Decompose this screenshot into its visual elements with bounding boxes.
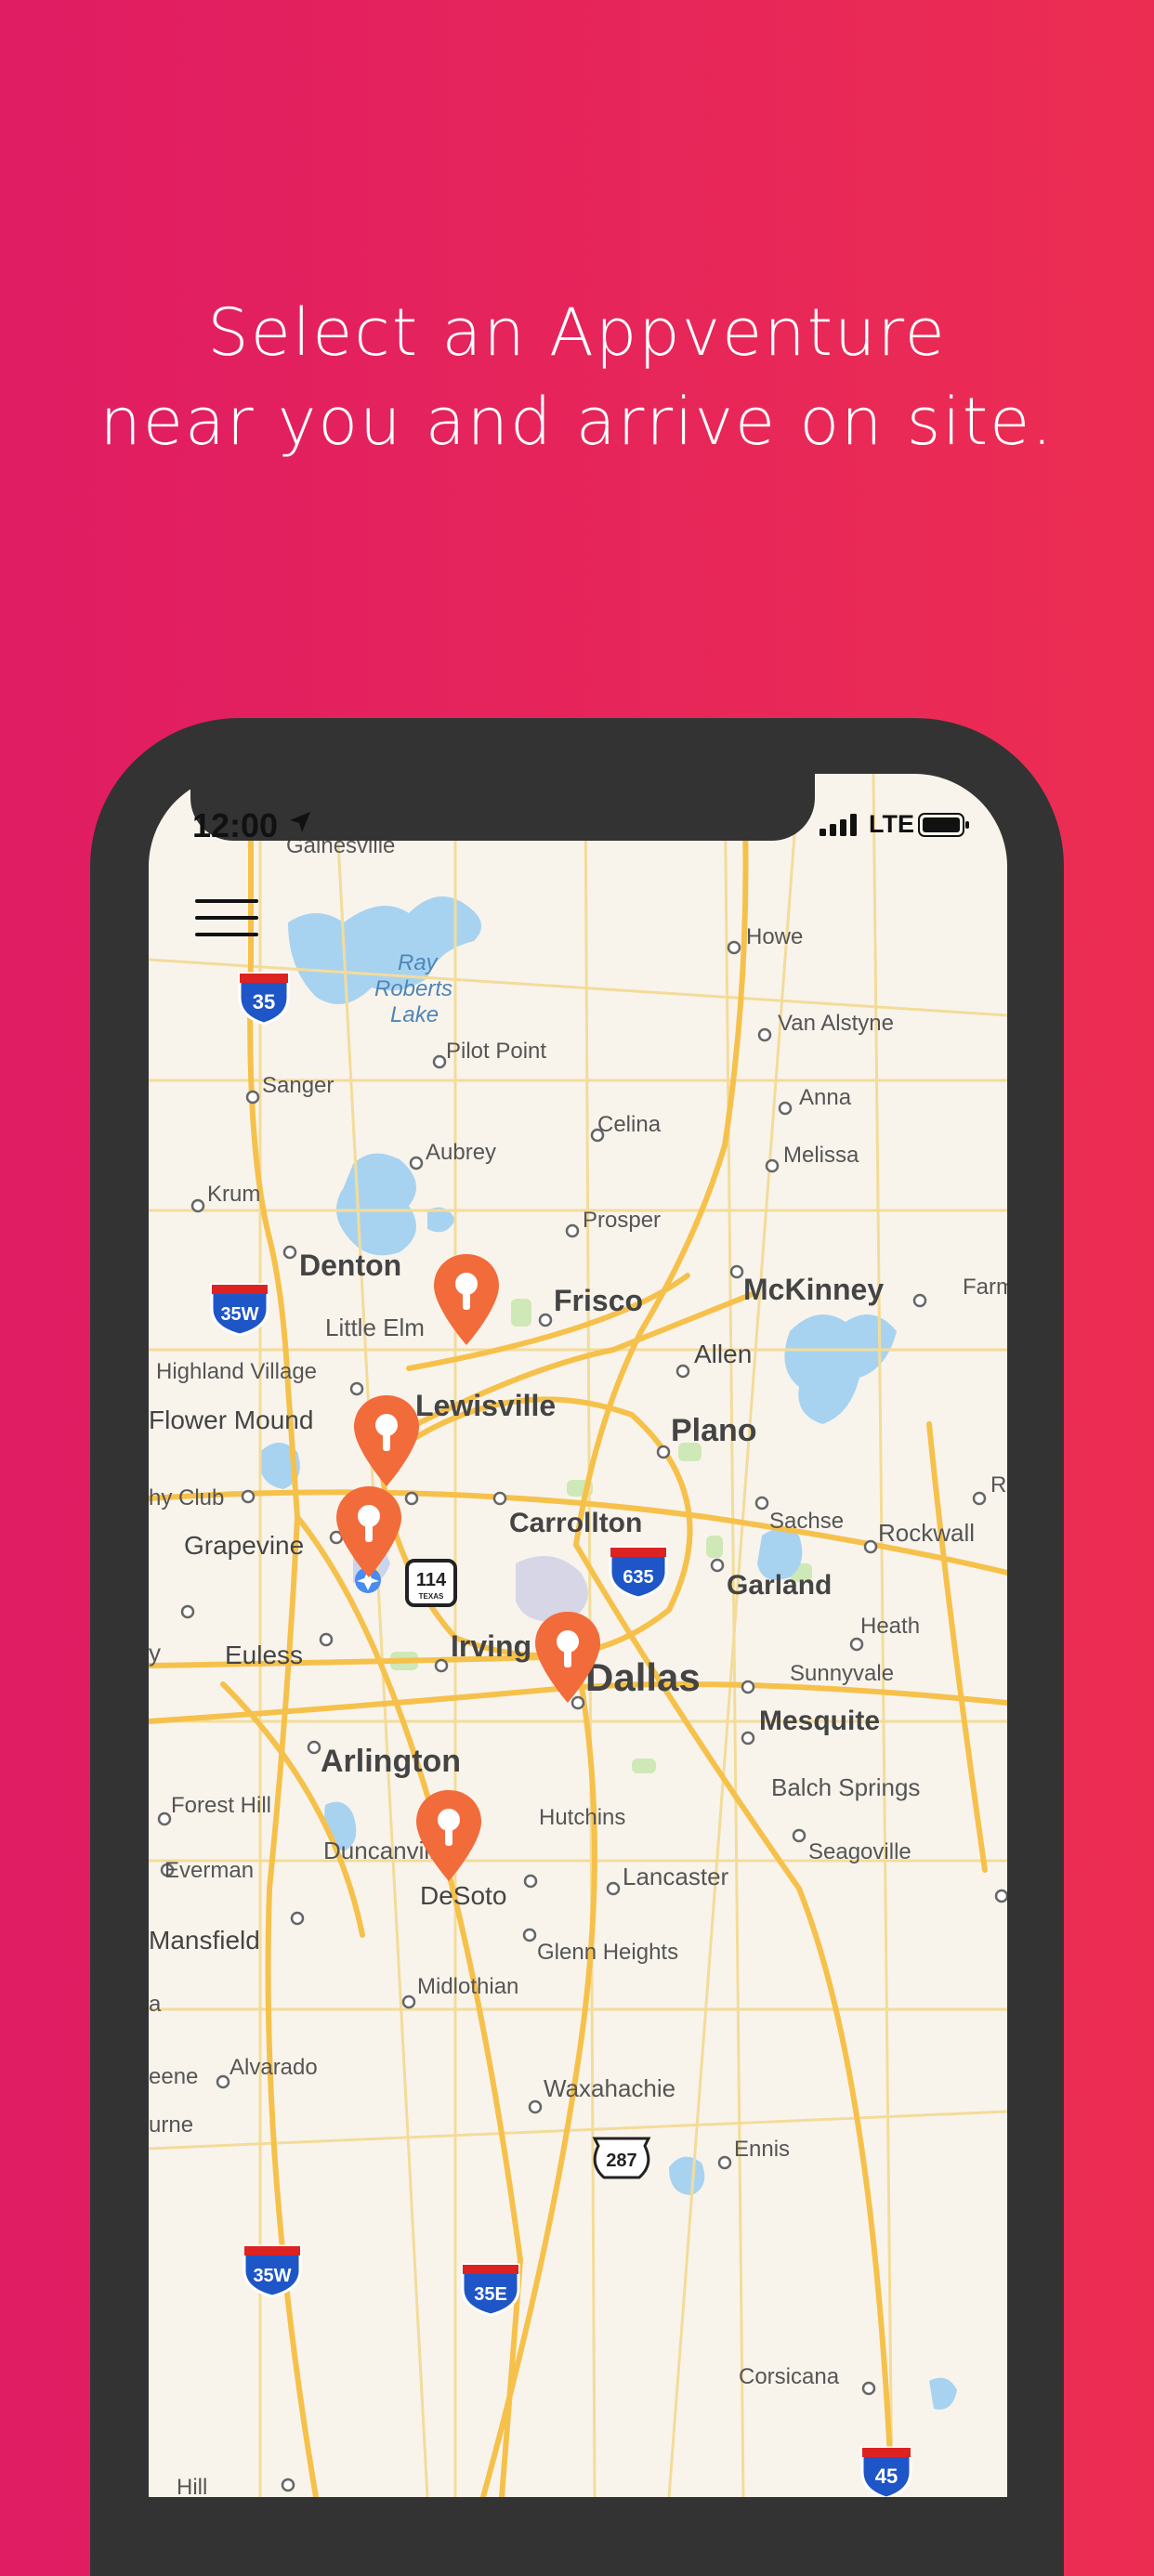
hamburger-menu-icon[interactable]	[195, 899, 258, 942]
headline-line-2: near you and arrive on site.	[99, 384, 1055, 460]
place-melissa: Melissa	[783, 1143, 859, 1168]
place-alvarado: Alvarado	[229, 2055, 318, 2080]
place-pilot-point: Pilot Point	[446, 1039, 546, 1064]
place-flower-mound: Flower Mound	[149, 1406, 313, 1434]
place-allen: Allen	[694, 1340, 752, 1368]
place-balch-springs: Balch Springs	[771, 1773, 920, 1801]
shield-us287: 287	[592, 2137, 651, 2179]
place-eene: eene	[149, 2064, 198, 2089]
place-irving: Irving	[451, 1629, 531, 1663]
svg-text:35W: 35W	[253, 2266, 291, 2286]
menu-line	[195, 916, 258, 920]
menu-line	[195, 933, 258, 936]
place-grapevine: Grapevine	[184, 1531, 304, 1560]
map-screen[interactable]: Gainesville Howe Ray Roberts Lake Van Al…	[149, 774, 1007, 2497]
place-sachse: Sachse	[769, 1509, 844, 1534]
battery-icon	[918, 813, 969, 837]
signal-icon	[820, 814, 857, 836]
place-anna: Anna	[799, 1085, 852, 1110]
svg-text:35E: 35E	[474, 2284, 507, 2305]
shield-tx114: 114 TEXAS	[405, 1559, 457, 1607]
svg-text:TEXAS: TEXAS	[419, 1592, 444, 1601]
svg-text:287: 287	[606, 2151, 636, 2171]
place-everman: Everman	[164, 1858, 254, 1883]
place-howe: Howe	[746, 924, 803, 949]
place-plano: Plano	[671, 1413, 757, 1448]
shield-i35w-south: 35W	[243, 2244, 302, 2298]
phone-notch	[190, 774, 815, 841]
place-prosper: Prosper	[583, 1208, 661, 1233]
svg-text:35: 35	[253, 990, 275, 1013]
place-hutchins: Hutchins	[539, 1805, 625, 1830]
place-mesquite: Mesquite	[759, 1706, 880, 1736]
place-highland-village: Highland Village	[156, 1359, 317, 1384]
place-y: y	[149, 1639, 161, 1667]
headline-line-1: Select an Appventure	[207, 294, 947, 371]
place-hill: Hill	[177, 2475, 207, 2497]
place-little-elm: Little Elm	[325, 1314, 425, 1341]
headline: Select an Appventure near you and arrive…	[0, 288, 1154, 466]
place-euless: Euless	[225, 1641, 303, 1669]
place-hy-club: hy Club	[149, 1485, 224, 1510]
place-carrollton: Carrollton	[509, 1508, 642, 1538]
place-urne: urne	[149, 2112, 193, 2138]
place-ennis: Ennis	[734, 2137, 790, 2162]
svg-text:114: 114	[416, 1570, 447, 1590]
place-celina: Celina	[597, 1112, 662, 1137]
shield-i45: 45	[860, 2446, 912, 2497]
place-frisco: Frisco	[554, 1284, 643, 1317]
place-garland: Garland	[727, 1570, 832, 1601]
place-sunnyvale: Sunnyvale	[790, 1661, 894, 1686]
appventure-pin-plano[interactable]	[352, 1393, 421, 1490]
place-lake: Lake	[390, 1002, 439, 1027]
status-time: 12:00	[192, 806, 279, 844]
place-arlington: Arlington	[321, 1744, 461, 1779]
network-type: LTE	[869, 810, 914, 838]
shield-i35e: 35E	[461, 2263, 520, 2317]
place-denton: Denton	[299, 1249, 401, 1282]
place-a: a	[149, 1992, 162, 2017]
place-aubrey: Aubrey	[426, 1140, 496, 1165]
svg-text:635: 635	[623, 1567, 653, 1588]
place-farm: Farm	[963, 1275, 1007, 1300]
shield-i635: 635	[609, 1546, 668, 1600]
place-seagoville: Seagoville	[808, 1839, 911, 1864]
place-lewisville: Lewisville	[415, 1389, 556, 1422]
place-ro: Ro	[990, 1472, 1007, 1497]
place-heath: Heath	[860, 1614, 920, 1639]
place-desoto: DeSoto	[420, 1881, 506, 1910]
place-ray: Ray	[398, 950, 439, 975]
place-van-alstyne: Van Alstyne	[778, 1011, 894, 1036]
appventure-pin-dallas[interactable]	[533, 1610, 602, 1706]
place-dallas: Dallas	[585, 1655, 701, 1699]
appventure-pin-grapevine[interactable]	[334, 1484, 403, 1581]
place-sanger: Sanger	[262, 1073, 334, 1098]
place-mckinney: McKinney	[743, 1273, 884, 1306]
svg-text:35W: 35W	[220, 1304, 258, 1325]
place-mansfield: Mansfield	[149, 1926, 260, 1955]
place-rockwall: Rockwall	[878, 1519, 975, 1547]
place-forest-hill: Forest Hill	[171, 1793, 271, 1818]
menu-line	[195, 899, 258, 903]
place-lancaster: Lancaster	[623, 1863, 729, 1890]
place-corsicana: Corsicana	[739, 2364, 840, 2389]
place-krum: Krum	[207, 1182, 260, 1207]
shield-i35w: 35W	[210, 1283, 269, 1337]
location-arrow-icon	[290, 812, 310, 832]
place-waxahachie: Waxahachie	[544, 2074, 675, 2102]
appventure-pin-mckinney[interactable]	[432, 1252, 501, 1349]
svg-text:45: 45	[875, 2465, 898, 2488]
place-glenn-heights: Glenn Heights	[537, 1940, 678, 1965]
place-midlothian: Midlothian	[417, 1974, 518, 1999]
place-roberts: Roberts	[374, 976, 452, 1001]
shield-i35: 35	[238, 972, 290, 1026]
appventure-pin-desoto[interactable]	[414, 1788, 483, 1885]
